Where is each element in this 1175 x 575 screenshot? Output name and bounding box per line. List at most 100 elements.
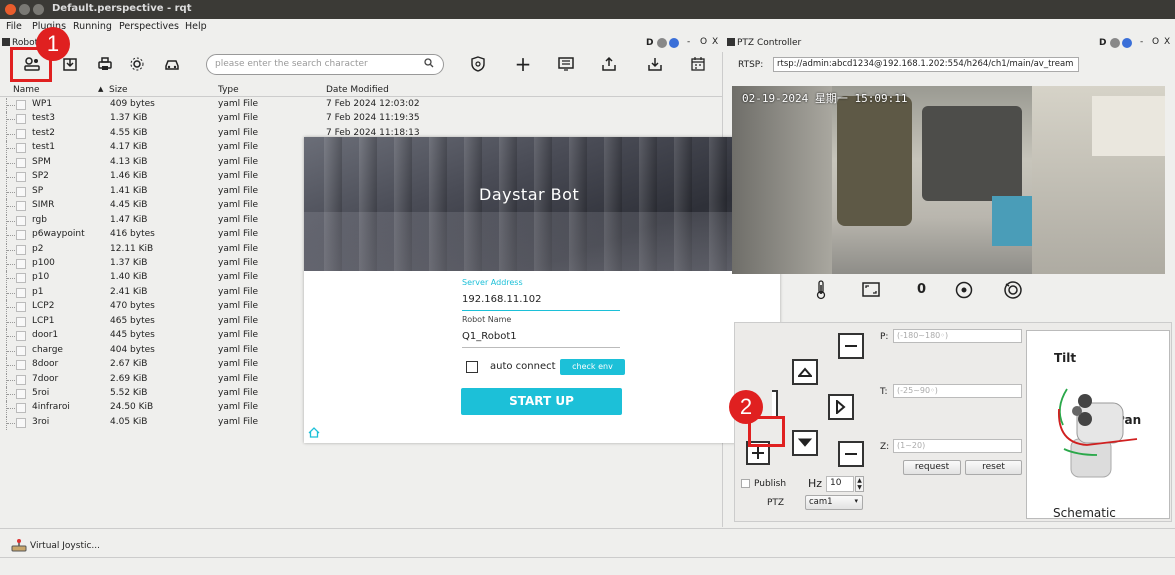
publish-checkbox[interactable]: [741, 479, 750, 488]
shield-icon[interactable]: [466, 53, 490, 75]
tree-line: [6, 242, 15, 257]
row-name: p6waypoint: [32, 229, 85, 240]
virtual-joystick-button[interactable]: Virtual Joystic...: [30, 541, 100, 551]
thermometer-icon[interactable]: [815, 280, 827, 303]
float-icon[interactable]: O: [700, 37, 707, 47]
video-feed: 02-19-2024 星期一 15:09:11: [732, 86, 1165, 274]
request-button[interactable]: request: [903, 460, 961, 475]
panel-icon: [727, 38, 735, 46]
annotation-badge-2: 2: [729, 390, 763, 424]
reload-icon[interactable]: [657, 38, 667, 48]
pan-input[interactable]: (-180~180◦): [893, 329, 1022, 343]
calendar-icon[interactable]: [686, 53, 710, 75]
pan-right-button[interactable]: [828, 394, 854, 420]
schematic-panel: Tilt Pan Schematic: [1026, 330, 1170, 520]
close-window-button[interactable]: [5, 4, 16, 15]
tilt-input[interactable]: (-25~90◦): [893, 384, 1022, 398]
status-divider: [0, 557, 1175, 558]
zoom-out-alt-button[interactable]: [838, 441, 864, 467]
row-size: 2.69 KiB: [110, 373, 148, 384]
dialog-banner: Daystar Bot: [304, 137, 780, 271]
snapshot-icon[interactable]: [1003, 280, 1023, 303]
robot-name-field[interactable]: Q1_Robot1: [462, 331, 620, 348]
tree-line: [6, 112, 15, 127]
auto-connect-checkbox[interactable]: [466, 361, 478, 373]
col-type[interactable]: Type: [218, 85, 239, 95]
minus-icon[interactable]: -: [1140, 37, 1143, 47]
row-name: LCP1: [32, 315, 55, 326]
rtsp-input[interactable]: rtsp://admin:abcd1234@192.168.1.202:554/…: [773, 57, 1079, 72]
search-icon[interactable]: [424, 58, 434, 71]
add-icon[interactable]: +: [511, 52, 535, 76]
tree-line: [6, 141, 15, 156]
menu-help[interactable]: Help: [185, 21, 207, 32]
row-type: yaml File: [218, 142, 259, 153]
reload-icon[interactable]: [1110, 38, 1120, 48]
row-type: yaml File: [218, 402, 259, 413]
float-icon[interactable]: O: [1152, 37, 1159, 47]
upload-icon[interactable]: [597, 53, 621, 75]
file-icon: [16, 345, 26, 356]
zoom-input[interactable]: (1~20): [893, 439, 1022, 453]
close-panel-icon[interactable]: X: [712, 37, 718, 47]
monitor-icon[interactable]: [554, 53, 578, 75]
search-input[interactable]: please enter the search character: [206, 54, 444, 75]
ptz-panel-header: PTZ Controller D - O X: [724, 36, 1175, 52]
file-icon: [16, 215, 26, 226]
minimize-window-button[interactable]: [19, 4, 30, 15]
row-name: rgb: [32, 214, 47, 225]
ptz-camera-select[interactable]: cam1 ▾: [805, 495, 863, 510]
fullscreen-icon[interactable]: [862, 282, 880, 300]
home-icon[interactable]: [308, 427, 320, 441]
tree-line: [6, 387, 15, 401]
close-panel-icon[interactable]: X: [1164, 37, 1170, 47]
row-name: test1: [32, 142, 56, 153]
file-icon: [16, 201, 26, 212]
hz-spinner[interactable]: ▲ ▼: [855, 476, 864, 492]
col-size[interactable]: Size: [109, 85, 127, 95]
vehicle-icon[interactable]: [160, 53, 184, 75]
row-name: 4infraroi: [32, 402, 70, 413]
zoom-out-button[interactable]: [838, 333, 864, 359]
check-env-button[interactable]: check env: [560, 359, 625, 375]
reset-button[interactable]: reset: [965, 460, 1022, 475]
tilt-down-button[interactable]: [792, 430, 818, 456]
col-date[interactable]: Date Modified: [326, 85, 389, 95]
left-panel-dock-button[interactable]: D: [646, 38, 653, 48]
file-icon: [16, 128, 26, 139]
pan-left-button[interactable]: [772, 390, 778, 418]
menu-running[interactable]: Running: [73, 21, 112, 32]
hz-input[interactable]: 10: [826, 476, 854, 492]
file-icon: [16, 331, 26, 342]
printer-icon[interactable]: [93, 53, 117, 75]
row-size: 416 bytes: [110, 229, 155, 240]
row-size: 5.52 KiB: [110, 388, 148, 398]
table-row[interactable]: test3 1.37 KiB yaml File 7 Feb 2024 11:19:3…: [0, 112, 722, 127]
col-name[interactable]: Name: [13, 85, 40, 95]
joystick-icon[interactable]: [11, 538, 27, 555]
server-address-label: Server Address: [462, 278, 523, 287]
table-row[interactable]: WP1 409 bytes yaml File 7 Feb 2024 12:03:02: [0, 98, 722, 112]
zoom-value: 0: [917, 282, 927, 297]
help-icon[interactable]: [669, 38, 679, 48]
annotation-badge-1: 1: [36, 27, 70, 61]
server-address-field[interactable]: 192.168.11.102: [462, 294, 620, 311]
row-date: 7 Feb 2024 11:19:35: [326, 113, 420, 124]
record-icon[interactable]: [955, 281, 973, 302]
start-up-button[interactable]: START UP: [461, 388, 622, 415]
menu-perspectives[interactable]: Perspectives: [119, 21, 179, 32]
menu-file[interactable]: File: [6, 21, 22, 32]
minus-icon[interactable]: -: [687, 37, 690, 47]
tilt-up-button[interactable]: [792, 359, 818, 385]
download-icon[interactable]: [643, 53, 667, 75]
file-icon: [16, 157, 26, 168]
help-icon[interactable]: [1122, 38, 1132, 48]
tree-line: [6, 329, 15, 344]
ptz-dock-button[interactable]: D: [1099, 38, 1106, 48]
row-type: yaml File: [218, 99, 259, 109]
maximize-window-button[interactable]: [33, 4, 44, 15]
settings-network-icon[interactable]: [125, 53, 149, 75]
row-type: yaml File: [218, 416, 259, 427]
row-size: 2.41 KiB: [110, 286, 148, 297]
file-icon: [16, 143, 26, 154]
